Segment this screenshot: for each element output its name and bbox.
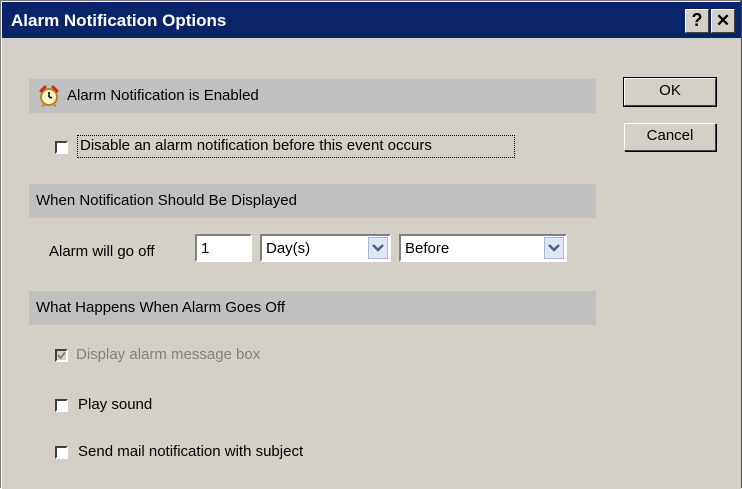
dialog-window: Alarm Notification Options ? ✕ Alarm Not… [0, 0, 742, 489]
alarm-go-off-label: Alarm will go off [49, 243, 155, 260]
send-mail-checkbox[interactable] [55, 446, 68, 459]
play-sound-label[interactable]: Play sound [78, 396, 152, 413]
display-message-label: Display alarm message box [76, 346, 261, 363]
send-mail-label[interactable]: Send mail notification with subject [78, 443, 303, 460]
unit-dropdown[interactable]: Day(s) [260, 234, 391, 262]
chevron-down-icon[interactable] [368, 237, 388, 259]
dialog-title: Alarm Notification Options [11, 11, 227, 30]
relation-dropdown[interactable]: Before [399, 234, 567, 262]
dialog-body: Alarm Notification is Enabled Disable an… [2, 38, 741, 489]
play-sound-checkbox[interactable] [55, 399, 68, 412]
close-icon: ✕ [715, 11, 731, 30]
help-button[interactable]: ? [685, 9, 709, 33]
checkmark-icon [57, 351, 66, 360]
close-button[interactable]: ✕ [711, 9, 735, 33]
disable-alarm-label[interactable]: Disable an alarm notification before thi… [80, 137, 432, 154]
section-what-happens: What Happens When Alarm Goes Off [29, 291, 596, 325]
chevron-down-icon[interactable] [544, 237, 564, 259]
alarm-amount-input[interactable]: 1 [195, 234, 252, 262]
section-title-when: When Notification Should Be Displayed [36, 192, 297, 209]
disable-alarm-checkbox[interactable] [55, 141, 68, 154]
help-icon: ? [691, 10, 703, 30]
section-alarm-enabled: Alarm Notification is Enabled [29, 79, 596, 113]
section-title-what: What Happens When Alarm Goes Off [36, 299, 286, 316]
display-message-checkbox[interactable] [55, 349, 68, 362]
alarm-clock-icon [38, 85, 60, 107]
ok-button[interactable]: OK [623, 77, 717, 107]
section-when-displayed: When Notification Should Be Displayed [29, 184, 596, 218]
title-bar[interactable]: Alarm Notification Options ? ✕ [2, 2, 741, 38]
cancel-button[interactable]: Cancel [624, 123, 716, 151]
section-title-enabled: Alarm Notification is Enabled [67, 87, 259, 104]
